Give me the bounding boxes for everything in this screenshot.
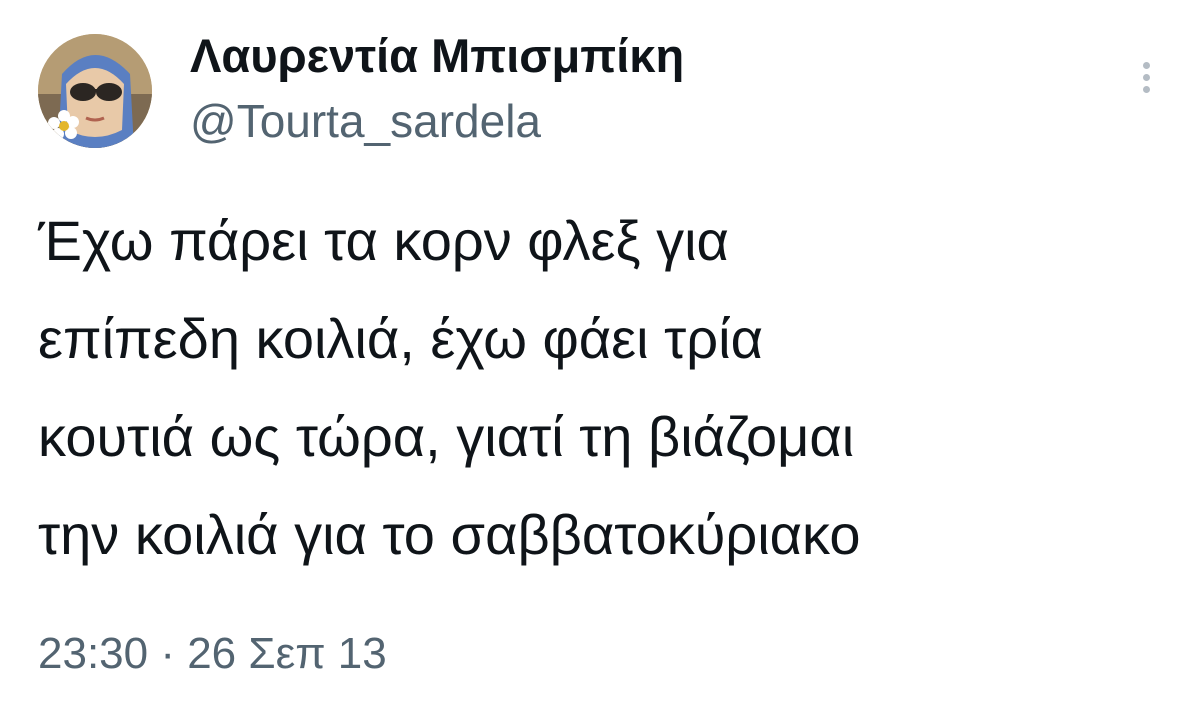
- tweet-header: Λαυρεντία Μπισμπίκη @Tourta_sardela: [38, 28, 1168, 158]
- author-names: Λαυρεντία Μπισμπίκη @Tourta_sardela: [190, 28, 684, 148]
- avatar[interactable]: [38, 34, 152, 148]
- tweet-timestamp[interactable]: 23:30 · 26 Σεπ 13: [38, 624, 387, 684]
- tweet-card: Λαυρεντία Μπισμπίκη @Tourta_sardela Έχω …: [0, 0, 1199, 728]
- tweet-text: Έχω πάρει τα κορν φλεξ για επίπεδη κοιλι…: [38, 192, 1158, 584]
- tweet-text-line: την κοιλιά για το σαββατοκύριακο: [38, 503, 861, 566]
- tweet-text-line: κουτιά ως τώρα, γιατί τη βιάζομαι: [38, 405, 855, 468]
- more-options-icon[interactable]: [1136, 62, 1156, 102]
- display-name[interactable]: Λαυρεντία Μπισμπίκη: [190, 28, 684, 84]
- tweet-text-line: επίπεδη κοιλιά, έχω φάει τρία: [38, 307, 763, 370]
- username[interactable]: @Tourta_sardela: [190, 94, 684, 148]
- tweet-text-line: Έχω πάρει τα κορν φλεξ για: [38, 209, 729, 272]
- profile-photo-icon: [38, 34, 152, 148]
